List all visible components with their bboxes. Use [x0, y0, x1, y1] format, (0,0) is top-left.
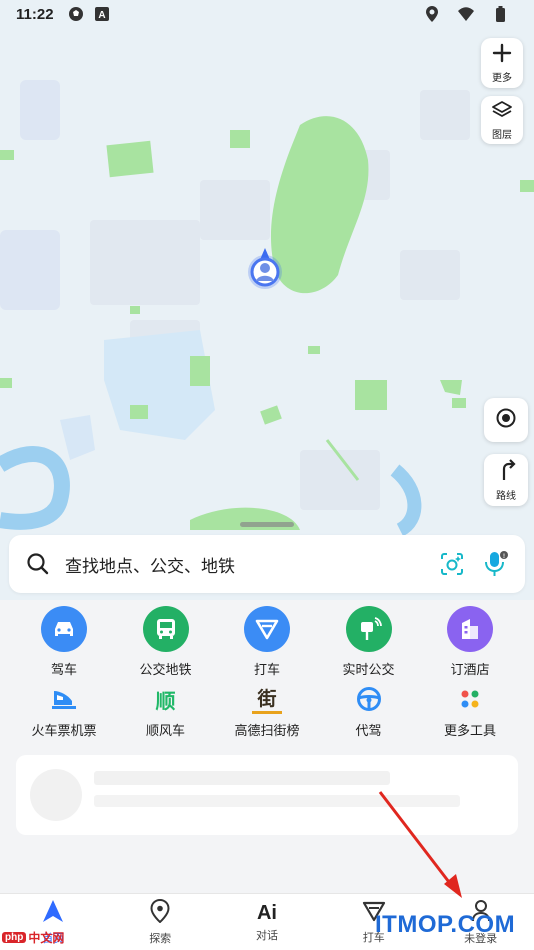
map-view[interactable]	[0, 0, 534, 600]
wifi-icon	[458, 6, 474, 22]
location-pin-icon	[424, 6, 440, 22]
tool-label: 订酒店	[450, 663, 490, 678]
tool-label: 公交地铁	[139, 663, 192, 678]
steering-wheel-icon	[354, 684, 384, 714]
tool-street-list[interactable]: 街 高德扫街榜	[217, 684, 317, 739]
route-turn-icon	[496, 458, 516, 485]
route-button[interactable]: 路线	[484, 454, 528, 506]
status-bar: 11:22 A	[0, 0, 534, 28]
bus-stop-icon	[345, 606, 392, 652]
php-watermark: php 中文网	[2, 929, 64, 946]
tool-label: 打车	[253, 663, 280, 678]
tool-drive[interactable]: 驾车	[14, 606, 114, 678]
more-label: 更多	[492, 72, 512, 84]
ai-icon: Ai	[256, 901, 277, 924]
home-arrow-icon	[42, 899, 64, 927]
car-icon	[41, 606, 87, 652]
placeholder-avatar	[30, 769, 82, 821]
battery-icon	[492, 6, 508, 22]
panel-drag-handle[interactable]	[240, 522, 294, 527]
taxi-icon	[244, 606, 290, 652]
tool-label: 更多工具	[443, 724, 496, 739]
tool-hitch-ride[interactable]: 顺 顺风车	[116, 684, 216, 740]
route-label: 路线	[496, 490, 516, 502]
search-icon	[23, 549, 53, 579]
primary-tools: 驾车 公交地铁 打车 实时公交 订酒店	[14, 606, 520, 678]
loading-placeholder-card	[16, 755, 518, 835]
php-badge: php	[2, 932, 27, 943]
tool-label: 代驾	[355, 724, 382, 739]
locate-target-icon	[495, 407, 517, 433]
nav-label: 对话	[255, 928, 278, 942]
tool-realtime-bus[interactable]: 实时公交	[319, 606, 419, 678]
placeholder-line	[94, 771, 390, 785]
nav-label: 探索	[149, 931, 172, 945]
nav-chat[interactable]: Ai 对话	[214, 894, 321, 950]
tool-train-flight[interactable]: 火车票机票	[14, 684, 114, 739]
map-canvas[interactable]	[0, 0, 534, 600]
shunfeng-icon: 顺	[155, 688, 176, 713]
locate-me-button[interactable]	[484, 398, 528, 442]
placeholder-line	[94, 795, 460, 807]
a-badge-icon: A	[94, 6, 110, 22]
more-button[interactable]: 更多	[481, 38, 523, 88]
tool-hotel[interactable]: 订酒店	[420, 606, 520, 678]
tool-bus-metro[interactable]: 公交地铁	[116, 606, 216, 678]
layers-button[interactable]: 图层	[481, 96, 523, 144]
search-bar[interactable]: 查找地点、公交、地铁 !	[9, 535, 525, 593]
status-time: 11:22	[16, 5, 54, 23]
secondary-tools: 火车票机票 顺 顺风车 街 高德扫街榜 代驾 更多工具	[14, 684, 520, 739]
train-icon	[49, 684, 79, 714]
layers-icon	[491, 100, 513, 124]
voice-mic-icon[interactable]: !	[481, 549, 511, 579]
svg-text:A: A	[98, 10, 105, 21]
plus-icon	[492, 43, 512, 67]
street-list-icon: 街	[252, 684, 282, 714]
tool-label: 驾车	[50, 663, 77, 678]
camera-scan-icon[interactable]	[437, 549, 467, 579]
search-input[interactable]: 查找地点、公交、地铁	[65, 552, 437, 577]
itmop-watermark: ITMOP.COM	[375, 911, 516, 938]
tool-label: 实时公交	[342, 663, 395, 678]
grid-icon	[455, 684, 485, 714]
tool-label: 火车票机票	[31, 724, 97, 739]
tool-more[interactable]: 更多工具	[420, 684, 520, 739]
tool-taxi[interactable]: 打车	[217, 606, 317, 678]
tool-label: 高德扫街榜	[234, 724, 300, 739]
php-watermark-text: 中文网	[28, 931, 65, 945]
hotel-icon	[447, 606, 493, 652]
soccer-ball-icon	[68, 6, 84, 22]
tool-label: 顺风车	[145, 724, 185, 739]
explore-pin-icon	[150, 898, 170, 927]
nav-explore[interactable]: 探索	[107, 894, 214, 950]
tool-designated-driver[interactable]: 代驾	[319, 684, 419, 739]
bus-icon	[142, 606, 189, 652]
layers-label: 图层	[492, 129, 512, 141]
svg-text:!: !	[503, 554, 505, 560]
